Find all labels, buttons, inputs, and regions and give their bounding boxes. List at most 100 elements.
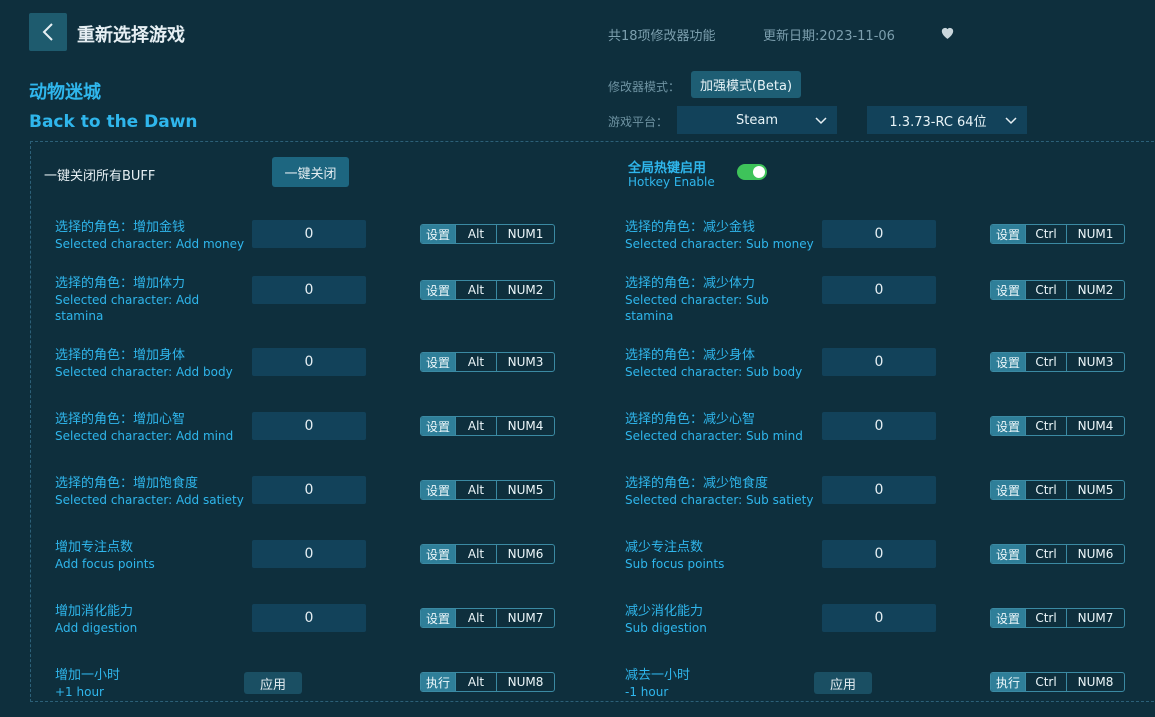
value-input[interactable]	[252, 540, 366, 568]
hotkey-modifier: Ctrl	[1025, 673, 1066, 691]
option-label-cn: 选择的角色：减少心智	[625, 412, 756, 427]
hotkey-set-button[interactable]: 执行	[991, 673, 1025, 691]
hotkey-set-button[interactable]: 设置	[991, 353, 1025, 371]
hotkey-binding[interactable]: 设置 Ctrl NUM5	[990, 480, 1125, 500]
hotkey-binding[interactable]: 执行 Alt NUM8	[420, 672, 555, 692]
option-label-cn: 选择的角色：减少身体	[625, 348, 756, 363]
hotkey-set-button[interactable]: 设置	[991, 417, 1025, 435]
hotkey-key: NUM3	[1066, 353, 1124, 371]
hotkey-key: NUM3	[496, 353, 554, 371]
option-label-cn: 选择的角色：增加心智	[55, 412, 186, 427]
hotkey-set-button[interactable]: 设置	[421, 225, 455, 243]
hotkey-set-button[interactable]: 设置	[991, 281, 1025, 299]
mode-button[interactable]: 加强模式(Beta)	[691, 71, 801, 98]
option-label-cn: 选择的角色：减少金钱	[625, 220, 756, 235]
chevron-left-icon	[42, 23, 53, 41]
hotkey-binding[interactable]: 设置 Ctrl NUM2	[990, 280, 1125, 300]
hotkey-key: NUM2	[1066, 281, 1124, 299]
hotkey-key: NUM4	[1066, 417, 1124, 435]
hotkey-modifier: Alt	[455, 545, 496, 563]
value-input[interactable]	[822, 412, 936, 440]
hotkey-set-button[interactable]: 设置	[991, 545, 1025, 563]
option-label-en: Selected character: Add money	[55, 237, 245, 251]
back-button[interactable]	[29, 13, 67, 51]
close-all-button[interactable]: 一键关闭	[272, 157, 349, 187]
hotkey-binding[interactable]: 设置 Ctrl NUM3	[990, 352, 1125, 372]
hotkey-key: NUM6	[496, 545, 554, 563]
value-input[interactable]	[252, 604, 366, 632]
hotkey-key: NUM7	[496, 609, 554, 627]
apply-button[interactable]: 应用	[814, 672, 872, 694]
value-input[interactable]	[252, 220, 366, 248]
hotkey-binding[interactable]: 设置 Alt NUM5	[420, 480, 555, 500]
platform-value: Steam	[736, 112, 778, 128]
option-label-cn: 减少专注点数	[625, 540, 704, 555]
toggle-knob	[753, 166, 765, 178]
hotkey-modifier: Ctrl	[1025, 417, 1066, 435]
version-select[interactable]: 1.3.73-RC 64位	[867, 106, 1027, 134]
hotkey-binding[interactable]: 执行 Ctrl NUM8	[990, 672, 1125, 692]
hotkey-set-button[interactable]: 执行	[421, 673, 455, 691]
mode-label: 修改器模式：	[608, 80, 681, 94]
hotkey-enable-toggle[interactable]	[737, 164, 767, 180]
hotkey-binding[interactable]: 设置 Ctrl NUM1	[990, 224, 1125, 244]
hotkey-enable-title: 全局热键启用	[628, 161, 707, 176]
hotkey-binding[interactable]: 设置 Alt NUM1	[420, 224, 555, 244]
options-panel	[30, 141, 1154, 702]
hotkey-set-button[interactable]: 设置	[421, 481, 455, 499]
hotkey-set-button[interactable]: 设置	[421, 417, 455, 435]
option-label-cn: 选择的角色：增加身体	[55, 348, 186, 363]
hotkey-key: NUM6	[1066, 545, 1124, 563]
hotkey-key: NUM5	[496, 481, 554, 499]
platform-label: 游戏平台：	[608, 115, 669, 129]
value-input[interactable]	[822, 276, 936, 304]
hotkey-set-button[interactable]: 设置	[421, 609, 455, 627]
game-title-cn: 动物迷城	[29, 82, 101, 103]
value-input[interactable]	[252, 276, 366, 304]
hotkey-set-button[interactable]: 设置	[991, 225, 1025, 243]
hotkey-binding[interactable]: 设置 Alt NUM3	[420, 352, 555, 372]
option-label-en: Selected character: Sub mind	[625, 429, 803, 443]
hotkey-set-button[interactable]: 设置	[421, 353, 455, 371]
value-input[interactable]	[822, 540, 936, 568]
hotkey-key: NUM2	[496, 281, 554, 299]
hotkey-set-button[interactable]: 设置	[991, 481, 1025, 499]
option-label-en: Selected character: Add mind	[55, 429, 234, 443]
hotkey-binding[interactable]: 设置 Ctrl NUM7	[990, 608, 1125, 628]
value-input[interactable]	[822, 476, 936, 504]
option-label-en: Selected character: Add stamina	[55, 293, 200, 323]
value-input[interactable]	[822, 604, 936, 632]
option-label-cn: 增加消化能力	[55, 604, 134, 619]
option-label-cn: 减去一小时	[625, 668, 691, 683]
option-label-en: Selected character: Sub satiety	[625, 493, 814, 507]
value-input[interactable]	[252, 412, 366, 440]
hotkey-binding[interactable]: 设置 Alt NUM2	[420, 280, 555, 300]
hotkey-key: NUM1	[1066, 225, 1124, 243]
hotkey-set-button[interactable]: 设置	[421, 545, 455, 563]
hotkey-key: NUM4	[496, 417, 554, 435]
value-input[interactable]	[822, 348, 936, 376]
hotkey-binding[interactable]: 设置 Ctrl NUM4	[990, 416, 1125, 436]
option-label-en: Add focus points	[55, 557, 155, 571]
hotkey-key: NUM8	[496, 673, 554, 691]
hotkey-binding[interactable]: 设置 Alt NUM4	[420, 416, 555, 436]
hotkey-set-button[interactable]: 设置	[991, 609, 1025, 627]
hotkey-binding[interactable]: 设置 Alt NUM7	[420, 608, 555, 628]
apply-button[interactable]: 应用	[244, 672, 302, 694]
hotkey-key: NUM8	[1066, 673, 1124, 691]
chevron-down-icon	[815, 117, 827, 125]
heart-icon[interactable]	[939, 24, 956, 41]
option-label-en: -1 hour	[625, 685, 669, 699]
page-title[interactable]: 重新选择游戏	[77, 21, 185, 47]
hotkey-modifier: Ctrl	[1025, 353, 1066, 371]
hotkey-set-button[interactable]: 设置	[421, 281, 455, 299]
value-input[interactable]	[252, 476, 366, 504]
value-input[interactable]	[822, 220, 936, 248]
hotkey-binding[interactable]: 设置 Ctrl NUM6	[990, 544, 1125, 564]
platform-select[interactable]: Steam	[677, 106, 837, 134]
hotkey-modifier: Alt	[455, 281, 496, 299]
option-label-en: Selected character: Add satiety	[55, 493, 244, 507]
hotkey-binding[interactable]: 设置 Alt NUM6	[420, 544, 555, 564]
option-label-cn: 增加专注点数	[55, 540, 134, 555]
value-input[interactable]	[252, 348, 366, 376]
